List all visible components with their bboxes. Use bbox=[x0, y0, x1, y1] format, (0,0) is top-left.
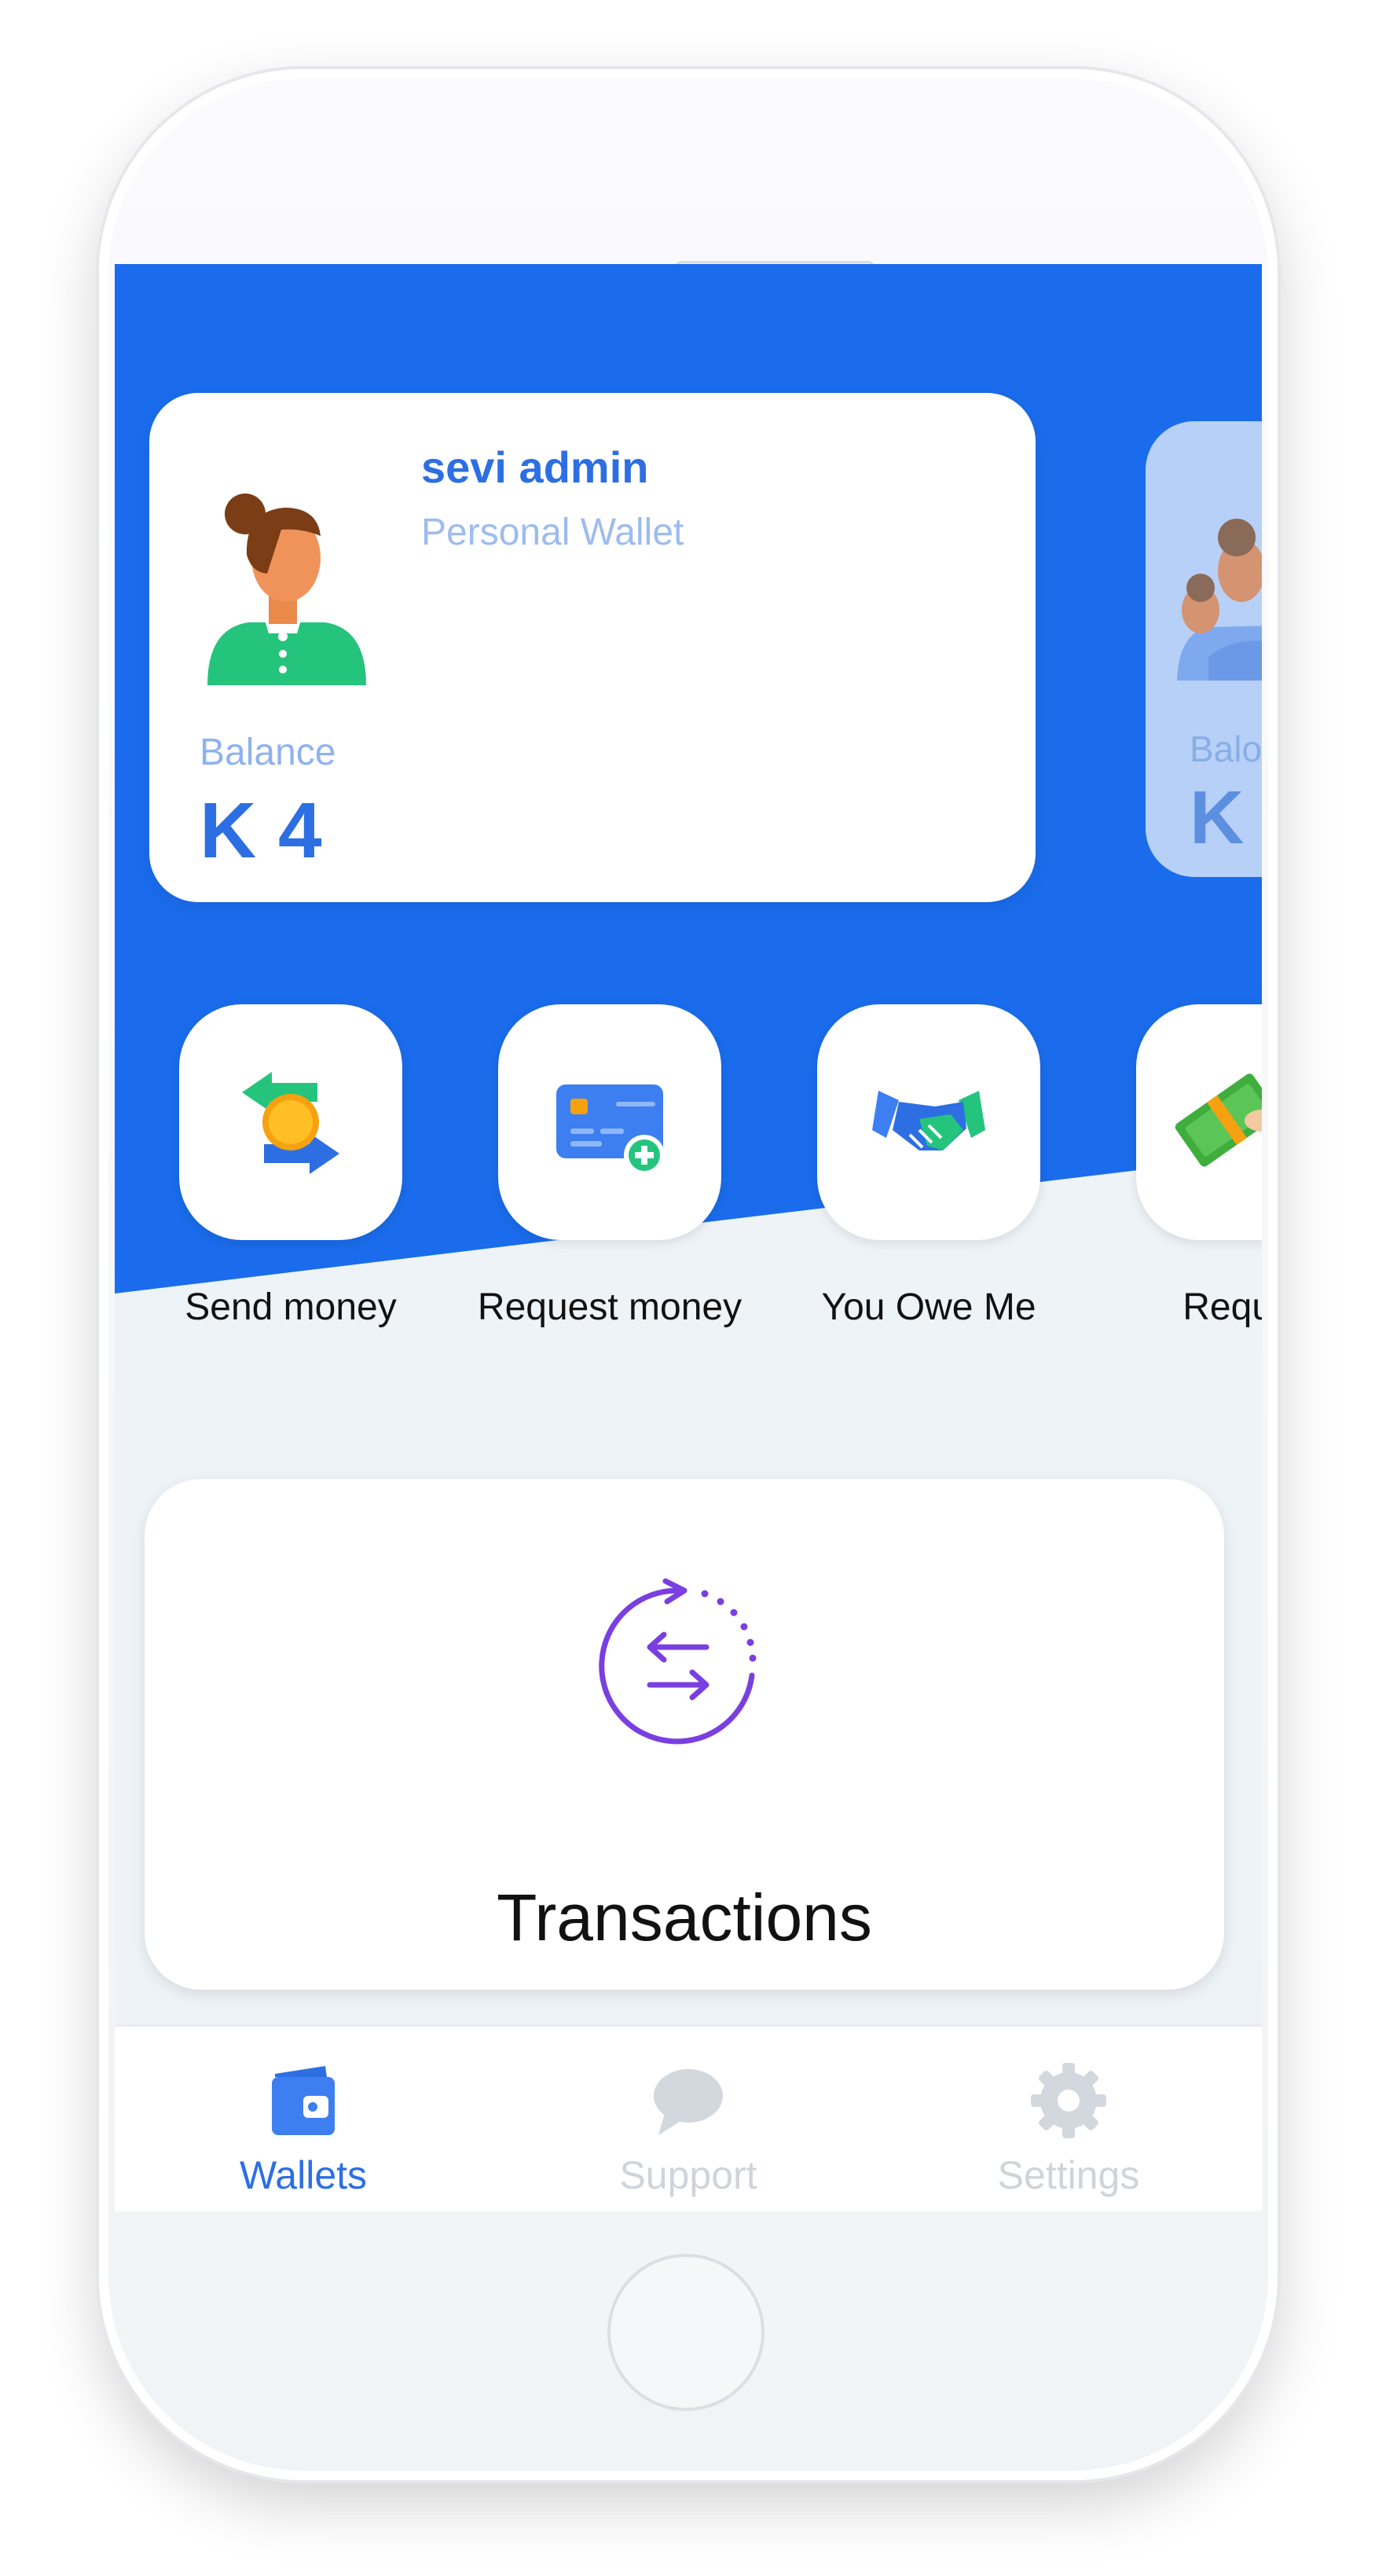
handshake-icon bbox=[872, 1091, 985, 1150]
send-money-icon bbox=[242, 1072, 339, 1174]
wallet-card-group[interactable]: Balo K 0 bbox=[1146, 421, 1262, 877]
balance-label: Balance bbox=[200, 732, 336, 773]
bottom-tab-bar: Wallets Support Settings bbox=[115, 2024, 1262, 2211]
wallet-type: Personal Wallet bbox=[421, 512, 684, 553]
request-money-button[interactable] bbox=[498, 1004, 721, 1240]
wallet-owner-name: sevi admin bbox=[421, 442, 649, 492]
transactions-card[interactable]: Transactions bbox=[145, 1479, 1224, 1990]
send-money-label: Send money bbox=[185, 1286, 397, 1328]
request-money-card-icon bbox=[556, 1084, 665, 1176]
user-avatar-icon bbox=[207, 494, 366, 685]
tab-support-label: Support bbox=[619, 2153, 757, 2197]
send-money-button[interactable] bbox=[179, 1004, 402, 1240]
tab-wallets-label: Wallets bbox=[239, 2153, 368, 2197]
gear-icon bbox=[1031, 2063, 1106, 2138]
cash-icon bbox=[1175, 1073, 1262, 1167]
chat-bubble-icon bbox=[654, 2069, 723, 2135]
wallet-card-personal[interactable]: sevi admin Personal Wallet Balance K 4 bbox=[149, 393, 1036, 902]
wallet-icon bbox=[272, 2066, 335, 2135]
tab-support[interactable]: Support bbox=[531, 2027, 845, 2211]
request-money-label: Request money bbox=[477, 1286, 742, 1328]
transactions-title: Transactions bbox=[497, 1881, 872, 1954]
tab-settings-label: Settings bbox=[997, 2153, 1140, 2197]
group-balance-amount: K 0 bbox=[1190, 776, 1262, 860]
you-owe-me-button[interactable] bbox=[817, 1004, 1040, 1240]
tab-settings[interactable]: Settings bbox=[911, 2027, 1226, 2211]
tab-wallets[interactable]: Wallets bbox=[146, 2027, 460, 2211]
home-button[interactable] bbox=[607, 2254, 764, 2411]
app-screen: sevi admin Personal Wallet Balance K 4 B… bbox=[115, 264, 1262, 2211]
balance-amount: K 4 bbox=[200, 787, 322, 875]
request-cash-label: Reques bbox=[1182, 1286, 1262, 1328]
group-balance-label: Balo bbox=[1190, 728, 1262, 769]
group-avatar-icon bbox=[1177, 519, 1262, 681]
transactions-cycle-icon bbox=[599, 1578, 757, 1745]
request-cash-button[interactable] bbox=[1136, 1004, 1262, 1240]
you-owe-me-label: You Owe Me bbox=[821, 1286, 1036, 1328]
